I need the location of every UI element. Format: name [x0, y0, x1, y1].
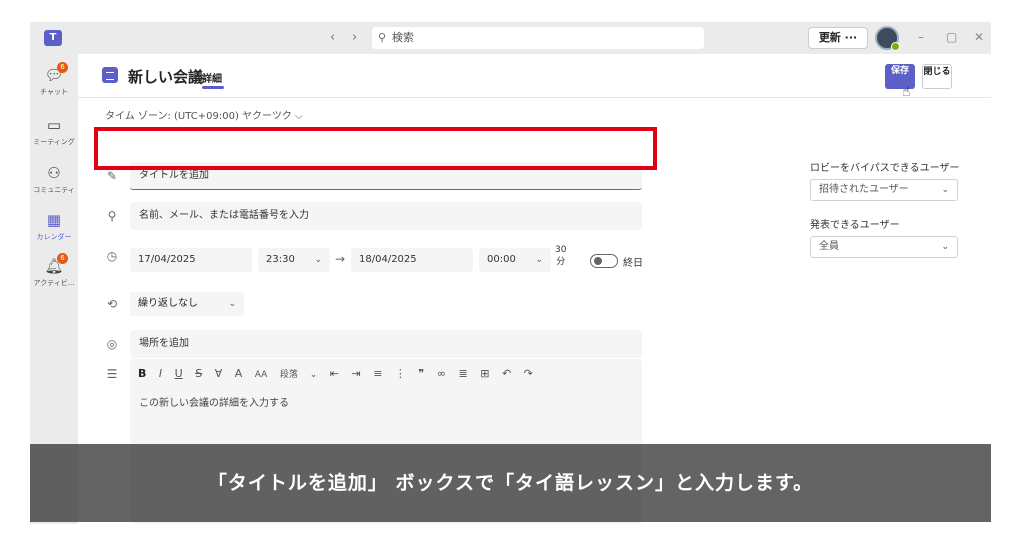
title-highlight-box [94, 127, 657, 170]
maximize-icon[interactable]: ▢ [946, 30, 957, 44]
end-time-picker[interactable]: 00:00 ⌄ [479, 248, 551, 272]
paragraph-label: 段落 [279, 370, 298, 380]
search-icon: ⚲ [378, 31, 387, 44]
horizontal-rule-icon[interactable]: ≣ [459, 367, 468, 380]
chevron-down-icon: ⌄ [941, 185, 949, 195]
rail-item-label: カレンダー [36, 233, 72, 241]
start-time-picker[interactable]: 23:30 ⌄ [258, 248, 330, 272]
presenters-dropdown[interactable]: 全員 ⌄ [810, 236, 958, 258]
all-day-label: 終日 [623, 258, 643, 269]
close-button[interactable]: 閉じる [922, 64, 952, 89]
video-camera-icon: ▭ [46, 116, 62, 134]
back-arrow-icon[interactable]: ‹ [330, 30, 335, 45]
bold-icon[interactable]: B [138, 367, 146, 380]
pencil-icon: ✎ [106, 169, 118, 183]
header-divider [78, 97, 991, 98]
search-placeholder: 検索 [392, 31, 414, 44]
rail-item-label: コミュニティ [33, 186, 75, 194]
chat-badge: 6 [57, 62, 68, 73]
end-date-picker[interactable]: 18/04/2025 [351, 248, 473, 272]
strikethrough-icon[interactable]: S [195, 367, 202, 380]
page-title: 新しい会議 [128, 68, 204, 86]
lobby-bypass-dropdown[interactable]: 招待されたユーザー ⌄ [810, 179, 958, 201]
rail-item-label: ミーティング [33, 138, 75, 146]
location-pin-icon: ◎ [106, 337, 118, 351]
numbered-list-icon[interactable]: ⋮ [395, 367, 406, 380]
editor-placeholder: この新しい会議の詳細を入力する [139, 398, 289, 409]
quote-icon[interactable]: ❞ [418, 367, 424, 380]
rail-item-chat[interactable]: 💬︎ 6 チャット [30, 62, 78, 97]
presenters-label: 発表できるユーザー [810, 220, 900, 231]
bell-icon: 🔔︎ [44, 257, 64, 275]
update-button[interactable]: 更新 ··· [808, 27, 868, 49]
font-color-icon[interactable]: A [235, 367, 243, 380]
bullet-list-icon[interactable]: ≡ [373, 367, 382, 380]
subtitle-caption: 「タイトルを追加」 ボックスで「タイ語レッスン」と入力します。 [30, 444, 991, 522]
close-window-icon[interactable]: ✕ [974, 30, 984, 44]
add-person-icon: ⚲ [107, 209, 117, 223]
duration-label: 30 分 [555, 244, 566, 268]
table-icon[interactable]: ⊞ [480, 367, 489, 380]
location-input[interactable]: 場所を追加 [130, 330, 642, 358]
lobby-bypass-label: ロビーをバイパスできるユーザー [810, 163, 960, 174]
end-time-value: 00:00 [487, 254, 516, 265]
font-size-icon[interactable]: AA [255, 370, 268, 380]
arrow-right-icon: → [335, 252, 346, 266]
clock-icon: ◷ [106, 249, 118, 263]
duration-unit: 分 [556, 257, 566, 267]
lobby-bypass-value: 招待されたユーザー [819, 184, 909, 195]
minimize-icon[interactable]: – [918, 30, 924, 44]
indent-icon[interactable]: ⇥ [351, 367, 360, 380]
timezone-selector[interactable]: タイム ゾーン: (UTC+09:00) ヤクーツク ⌵ [105, 107, 303, 122]
undo-icon[interactable]: ↶ [502, 367, 511, 380]
chevron-down-icon: ⌄ [314, 255, 322, 265]
rail-item-activity[interactable]: 🔔︎ 6 アクティビ... [30, 253, 78, 288]
format-toolbar: B I U S ∀ A AA 段落 ⌄ ⇤ ⇥ ≡ ⋮ ❞ ∞ ≣ ⊞ ↶ ↷ [138, 367, 542, 380]
activity-badge: 6 [57, 253, 68, 264]
calendar-form-icon [102, 67, 118, 83]
italic-icon[interactable]: I [159, 367, 162, 380]
rail-item-communities[interactable]: ⚇ コミュニティ [30, 164, 78, 195]
presenters-value: 全員 [819, 241, 839, 252]
tab-details[interactable]: 詳細 [202, 70, 222, 85]
redo-icon[interactable]: ↷ [524, 367, 533, 380]
repeat-icon: ⟲ [106, 297, 118, 311]
repeat-dropdown[interactable]: 繰り返しなし ⌄ [130, 292, 244, 316]
search-box[interactable]: ⚲ 検索 [372, 27, 704, 49]
title-bar: T ‹ › ⚲ 検索 更新 ··· – ▢ ✕ [30, 22, 991, 54]
calendar-icon: ▦ [46, 211, 62, 229]
teams-logo-icon: T [44, 30, 62, 46]
chevron-down-icon: ⌄ [941, 242, 949, 252]
chevron-down-icon: ⌄ [228, 299, 236, 309]
rail-item-meetings[interactable]: ▭ ミーティング [30, 116, 78, 147]
presence-indicator-icon [891, 42, 900, 51]
list-lines-icon: ☰ [106, 367, 118, 381]
repeat-value: 繰り返しなし [138, 298, 198, 309]
timezone-label: タイム ゾーン: (UTC+09:00) ヤクーツク [105, 111, 292, 122]
rail-item-calendar[interactable]: ▦ カレンダー [30, 211, 78, 242]
link-icon[interactable]: ∞ [437, 367, 446, 380]
outdent-icon[interactable]: ⇤ [330, 367, 339, 380]
close-label: 閉じる [923, 67, 951, 77]
start-time-value: 23:30 [266, 254, 295, 265]
tab-active-indicator [202, 86, 224, 89]
rail-item-label: アクティビ... [33, 279, 75, 287]
rail-item-label: チャット [40, 88, 68, 96]
start-date-picker[interactable]: 17/04/2025 [130, 248, 252, 272]
save-label: 保存 [890, 66, 909, 76]
forward-arrow-icon[interactable]: › [352, 30, 357, 45]
duration-value: 30 [555, 245, 567, 255]
toggle-knob [594, 257, 602, 265]
chevron-down-icon: ⌄ [535, 255, 543, 265]
attendees-input[interactable]: 名前、メール、または電話番号を入力 [130, 202, 642, 230]
underline-icon[interactable]: U [175, 367, 183, 380]
paragraph-dropdown[interactable]: 段落 ⌄ [280, 367, 317, 380]
people-icon: ⚇ [47, 164, 61, 182]
highlight-icon[interactable]: ∀ [215, 367, 223, 380]
chat-icon: 💬︎ [44, 66, 64, 84]
all-day-toggle[interactable] [590, 254, 618, 268]
